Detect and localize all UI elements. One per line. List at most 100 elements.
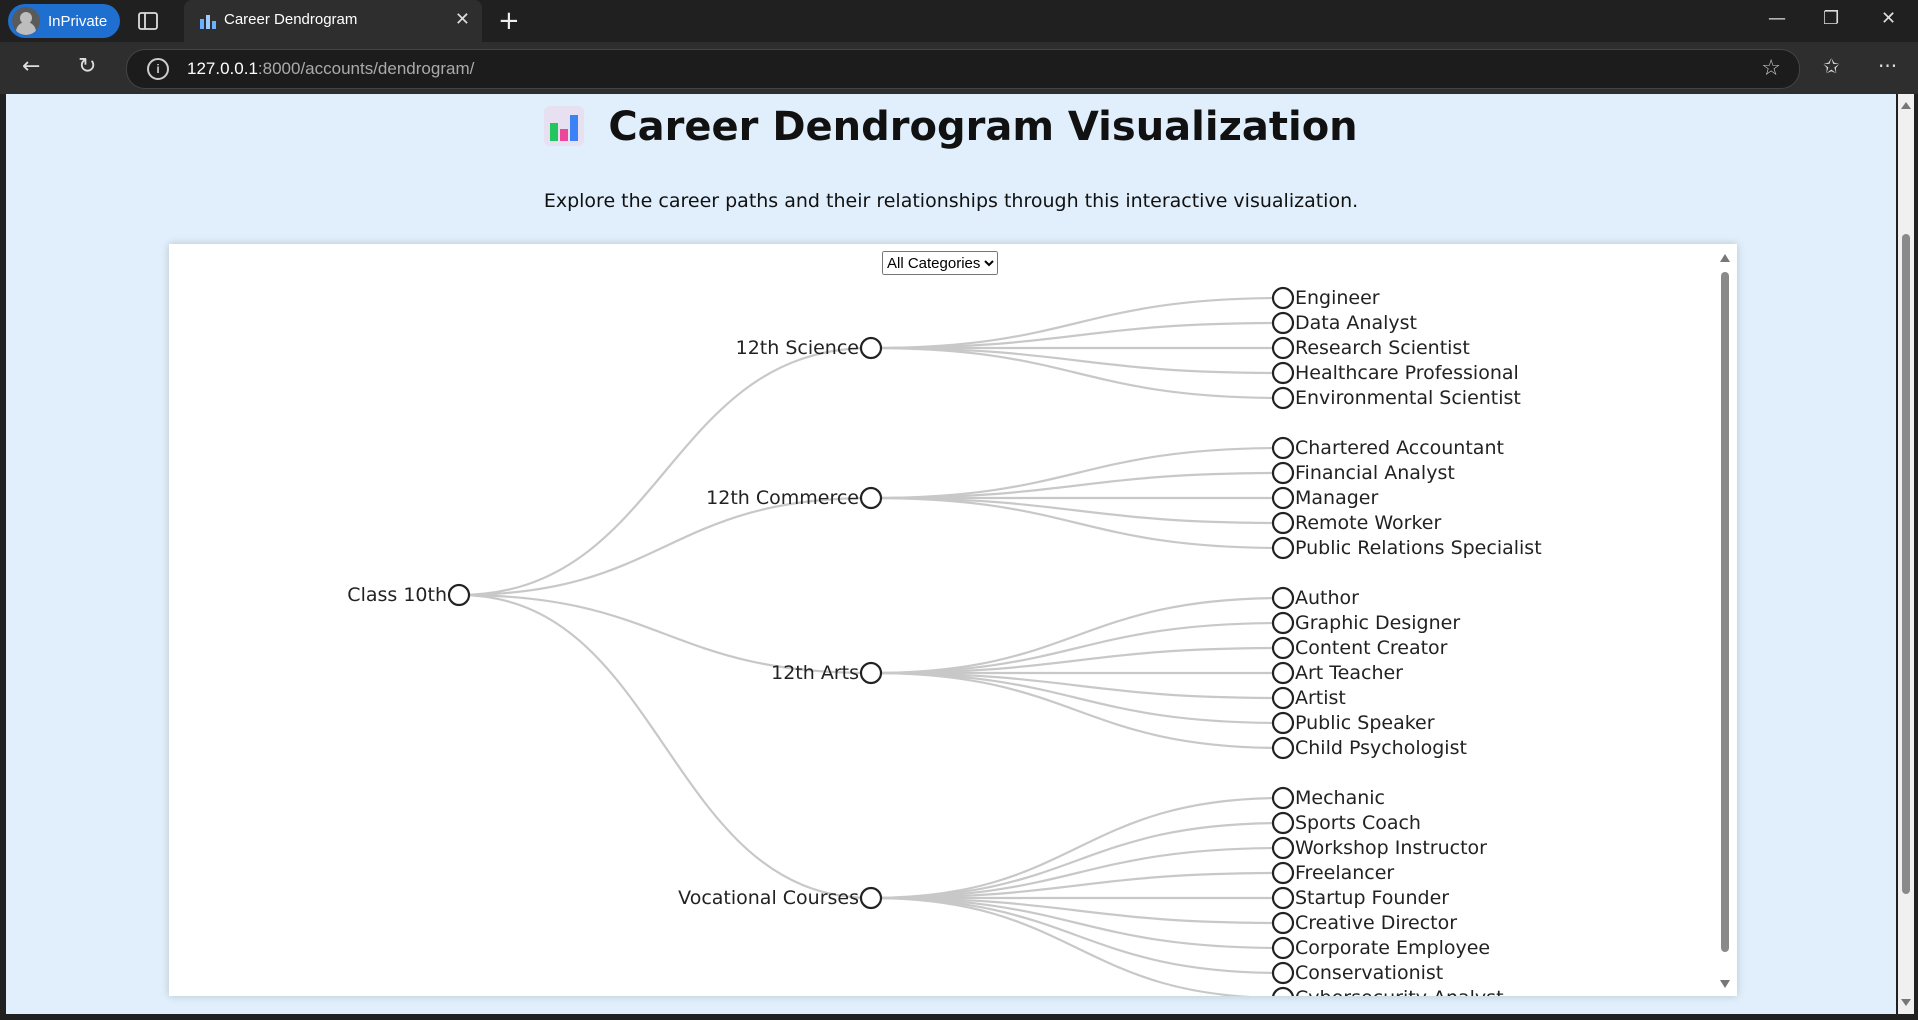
- node-leaf[interactable]: [1271, 636, 1295, 660]
- node-leaf-label: Workshop Instructor: [1295, 837, 1487, 859]
- node-leaf[interactable]: [1271, 886, 1295, 910]
- site-info-icon[interactable]: i: [147, 58, 169, 80]
- dendrogram-panel: All Categories Class 10th 12th Science Eng…: [169, 244, 1737, 996]
- inprivate-label: InPrivate: [48, 12, 108, 30]
- node-leaf[interactable]: [1271, 386, 1295, 410]
- address-bar-row: ← ↻ i 127.0.0.1:8000/accounts/dendrogram…: [0, 42, 1918, 94]
- favicon-icon: [200, 15, 216, 29]
- node-leaf[interactable]: [1271, 811, 1295, 835]
- node-leaf[interactable]: [1271, 586, 1295, 610]
- node-leaf-label: Child Psychologist: [1295, 737, 1467, 759]
- node-leaf[interactable]: [1271, 311, 1295, 335]
- restore-icon[interactable]: ❐: [1823, 8, 1839, 29]
- node-leaf-label: Environmental Scientist: [1295, 387, 1521, 409]
- node-leaf[interactable]: [1271, 486, 1295, 510]
- node-leaf-label: Artist: [1295, 687, 1346, 709]
- link-branch-leaf: [870, 671, 1284, 700]
- node-leaf-label: Public Relations Specialist: [1295, 537, 1542, 559]
- node-leaf[interactable]: [1271, 711, 1295, 735]
- node-leaf-label: Engineer: [1295, 287, 1380, 309]
- close-tab-icon[interactable]: ✕: [455, 9, 470, 30]
- tab-career-dendrogram[interactable]: Career Dendrogram ✕: [184, 0, 482, 42]
- bar-chart-icon: [544, 106, 585, 146]
- node-leaf-label: Public Speaker: [1295, 712, 1435, 734]
- link-root-branch: [458, 496, 872, 597]
- dendrogram-svg[interactable]: Class 10th 12th Science Engineer Data Analy…: [169, 244, 1714, 996]
- node-leaf[interactable]: [1271, 686, 1295, 710]
- page-viewport: Career Dendrogram Visualization Explore …: [6, 94, 1896, 1014]
- page-scroll-down-icon[interactable]: [1901, 999, 1911, 1006]
- node-leaf-label: Chartered Accountant: [1295, 437, 1504, 459]
- node-branch[interactable]: [859, 336, 883, 360]
- page-scroll-up-icon[interactable]: [1901, 102, 1911, 109]
- node-leaf[interactable]: [1271, 436, 1295, 460]
- new-tab-icon[interactable]: +: [498, 6, 520, 36]
- favorite-star-icon[interactable]: ☆: [1761, 56, 1781, 81]
- node-branch-label: 12th Commerce: [706, 487, 859, 509]
- node-leaf-label: Author: [1295, 587, 1359, 609]
- tab-title: Career Dendrogram: [224, 11, 358, 28]
- link-branch-leaf: [870, 471, 1284, 500]
- node-leaf-label: Mechanic: [1295, 787, 1385, 809]
- node-leaf[interactable]: [1271, 836, 1295, 860]
- node-leaf[interactable]: [1271, 936, 1295, 960]
- link-branch-leaf: [870, 896, 1284, 975]
- link-branch-leaf: [870, 321, 1284, 350]
- node-leaf-label: Remote Worker: [1295, 512, 1441, 534]
- more-menu-icon[interactable]: ···: [1878, 54, 1897, 78]
- page-subtitle: Explore the career paths and their relat…: [543, 190, 1359, 212]
- node-leaf[interactable]: [1272, 986, 1294, 996]
- inprivate-badge[interactable]: InPrivate: [8, 4, 120, 38]
- node-leaf[interactable]: [1271, 286, 1295, 310]
- node-leaf[interactable]: [1271, 536, 1295, 560]
- minimize-icon[interactable]: —: [1768, 8, 1786, 29]
- node-leaf-label: Art Teacher: [1295, 662, 1403, 684]
- node-branch[interactable]: [859, 886, 883, 910]
- close-window-icon[interactable]: ✕: [1881, 8, 1896, 29]
- link-branch-leaf: [870, 821, 1284, 900]
- node-leaf-label: Content Creator: [1295, 637, 1448, 659]
- node-leaf-label: Corporate Employee: [1295, 937, 1490, 959]
- url-field[interactable]: i 127.0.0.1:8000/accounts/dendrogram/ ☆: [126, 49, 1800, 89]
- link-branch-leaf: [870, 496, 1284, 525]
- favorites-icon[interactable]: ✩: [1823, 54, 1840, 78]
- node-branch[interactable]: [859, 486, 883, 510]
- node-leaf-label: Freelancer: [1295, 862, 1394, 884]
- node-leaf-label: Healthcare Professional: [1295, 362, 1519, 384]
- url-text: 127.0.0.1:8000/accounts/dendrogram/: [187, 59, 475, 78]
- page-scroll-thumb[interactable]: [1902, 234, 1910, 894]
- panel-scrollbar[interactable]: [1719, 250, 1731, 992]
- link-root-branch: [458, 593, 872, 900]
- page-title: Career Dendrogram Visualization: [6, 104, 1896, 150]
- scroll-thumb[interactable]: [1721, 272, 1729, 952]
- node-leaf-label: Financial Analyst: [1295, 462, 1455, 484]
- node-leaf[interactable]: [1271, 461, 1295, 485]
- node-leaf[interactable]: [1271, 511, 1295, 535]
- node-leaf[interactable]: [1271, 961, 1295, 985]
- node-branch[interactable]: [859, 661, 883, 685]
- tab-actions-icon[interactable]: [137, 10, 159, 32]
- back-icon[interactable]: ←: [22, 54, 40, 79]
- node-leaf-label: Sports Coach: [1295, 812, 1421, 834]
- node-leaf[interactable]: [1271, 911, 1295, 935]
- browser-titlebar: InPrivate Career Dendrogram ✕ + — ❐ ✕: [0, 0, 1918, 42]
- scroll-down-icon[interactable]: [1720, 980, 1730, 988]
- scroll-up-icon[interactable]: [1720, 254, 1730, 262]
- page-scrollbar[interactable]: [1898, 94, 1914, 1014]
- node-leaf[interactable]: [1271, 361, 1295, 385]
- node-leaf-label: Conservationist: [1295, 962, 1443, 984]
- node-leaf[interactable]: [1271, 661, 1295, 685]
- node-root[interactable]: [447, 583, 471, 607]
- link-branch-leaf: [870, 671, 1284, 750]
- refresh-icon[interactable]: ↻: [78, 54, 96, 79]
- link-branch-leaf: [870, 646, 1284, 675]
- link-branch-leaf: [870, 796, 1284, 900]
- node-leaf-label: Graphic Designer: [1295, 612, 1460, 634]
- node-branch-label: 12th Science: [736, 337, 859, 359]
- node-leaf[interactable]: [1271, 336, 1295, 360]
- node-leaf[interactable]: [1271, 786, 1295, 810]
- node-leaf-label: Creative Director: [1295, 912, 1457, 934]
- node-leaf[interactable]: [1271, 861, 1295, 885]
- node-leaf[interactable]: [1271, 611, 1295, 635]
- node-leaf[interactable]: [1271, 736, 1295, 760]
